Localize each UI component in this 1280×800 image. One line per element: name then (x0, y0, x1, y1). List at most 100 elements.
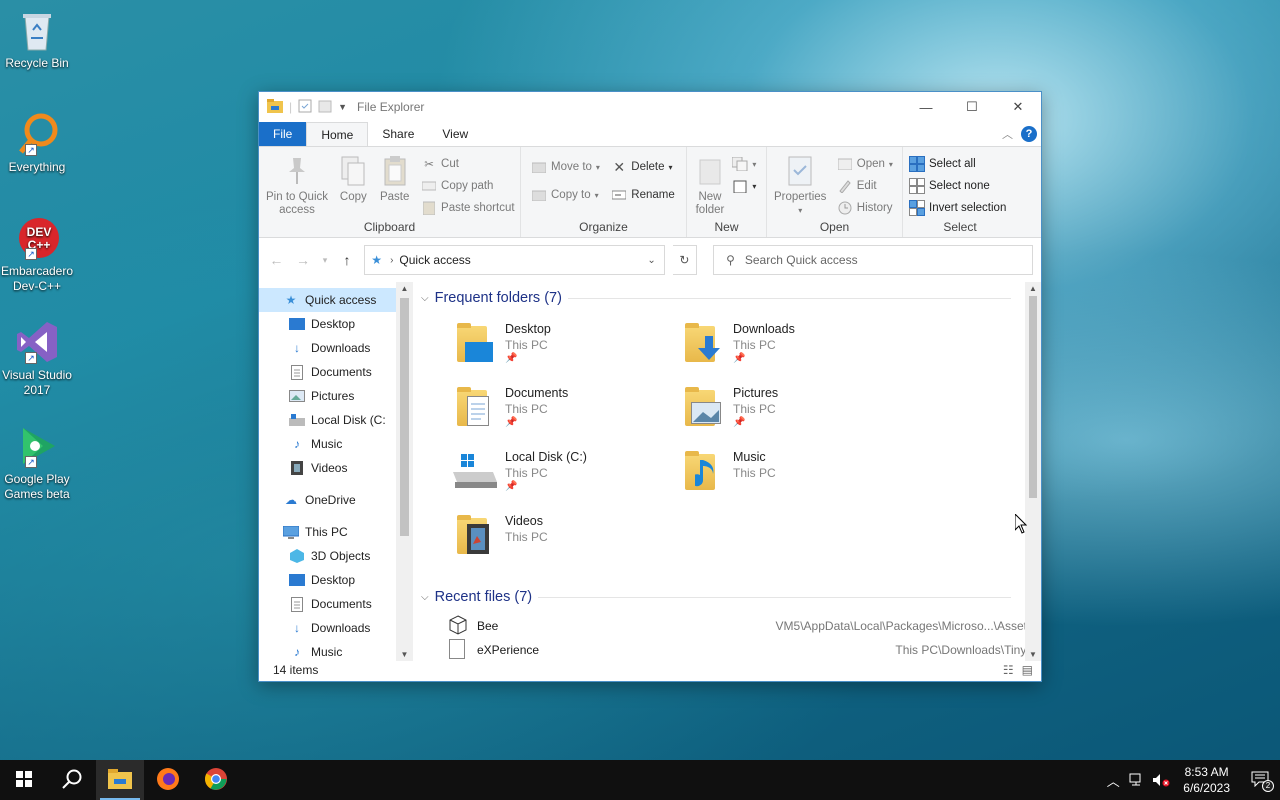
show-hidden-icons-button[interactable]: ︿ (1101, 771, 1125, 790)
recent-file-row[interactable]: eXPerience This PC\Downloads\Tiny7 (449, 638, 1033, 661)
tile-name: Music (733, 450, 766, 464)
minimize-button[interactable]: — (903, 92, 949, 122)
title-bar[interactable]: | ▼ File Explorer — ☐ ✕ (259, 92, 1041, 122)
copy-path-button[interactable]: Copy path (421, 175, 515, 197)
scroll-up-icon[interactable]: ▲ (396, 284, 413, 293)
paste-shortcut-button[interactable]: Paste shortcut (421, 197, 515, 219)
edit-button[interactable]: Edit (837, 175, 893, 197)
recent-file-row[interactable]: Bee VM5\AppData\Local\Packages\Microso..… (449, 614, 1033, 638)
refresh-button[interactable]: ↻ (672, 245, 698, 275)
folder-tile-music[interactable]: Music This PC (681, 448, 901, 508)
clock[interactable]: 8:53 AM 6/6/2023 (1173, 764, 1240, 796)
start-button[interactable] (0, 760, 48, 800)
network-icon[interactable] (1125, 773, 1149, 787)
nav-item-3d-objects[interactable]: 3D Objects (259, 544, 413, 568)
new-folder-button[interactable]: New folder (691, 151, 729, 219)
desktop-icon-google-play-games[interactable]: ↗ Google Play Games beta (0, 424, 74, 502)
scroll-down-icon[interactable]: ▼ (396, 650, 413, 659)
nav-item-pc-downloads[interactable]: ↓ Downloads (259, 616, 413, 640)
properties-quick-icon[interactable] (298, 99, 312, 116)
folder-tile-desktop[interactable]: Desktop This PC 📌 (453, 320, 673, 380)
rename-button[interactable]: Rename (611, 181, 675, 209)
details-view-icon[interactable]: ☷ (1003, 663, 1014, 677)
action-center-button[interactable]: 2 (1240, 771, 1280, 792)
delete-button[interactable]: ✕ Delete ▾ (611, 153, 674, 181)
nav-this-pc[interactable]: This PC (259, 520, 413, 544)
nav-item-local-disk[interactable]: Local Disk (C:📌 (259, 408, 413, 432)
copy-button[interactable]: Copy (334, 151, 372, 206)
scroll-up-icon[interactable]: ▲ (1025, 284, 1041, 293)
taskbar-search-button[interactable] (48, 760, 96, 800)
pictures-icon (289, 388, 305, 404)
frequent-folders-header[interactable]: ⌵ Frequent folders (7) (421, 290, 1011, 306)
customize-toolbar-icon[interactable]: ▼ (338, 102, 347, 112)
nav-item-pc-music[interactable]: ♪ Music (259, 640, 413, 661)
forward-button[interactable]: → (294, 252, 313, 268)
easy-access-button[interactable]: ▾ (732, 175, 756, 197)
tab-home[interactable]: Home (306, 122, 369, 146)
back-button[interactable]: ← (267, 252, 286, 268)
folder-tile-pictures[interactable]: Pictures This PC 📌 (681, 384, 901, 444)
collapse-ribbon-icon[interactable]: ︿ (1002, 126, 1013, 142)
copy-path-icon (421, 178, 437, 194)
collapse-chevron-icon: ⌵ (421, 292, 429, 304)
taskbar-firefox[interactable] (144, 760, 192, 800)
content-scrollbar[interactable]: ▲ ▼ (1025, 282, 1041, 661)
nav-item-documents[interactable]: Documents📌 (259, 360, 413, 384)
cut-button[interactable]: ✂ Cut (421, 153, 515, 175)
folder-tile-videos[interactable]: Videos This PC (453, 512, 673, 572)
nav-item-pc-desktop[interactable]: Desktop (259, 568, 413, 592)
pin-to-quick-access-button[interactable]: Pin to Quick access (263, 151, 331, 219)
search-box[interactable]: ⚲ Search Quick access (713, 245, 1033, 275)
history-button[interactable]: History (837, 197, 893, 219)
new-folder-quick-icon[interactable] (318, 99, 332, 116)
address-dropdown-icon[interactable]: ⌄ (647, 255, 655, 266)
nav-scrollbar-thumb[interactable] (400, 298, 409, 536)
copy-to-button[interactable]: Copy to ▾ (531, 181, 600, 209)
large-icons-view-icon[interactable]: ▤ (1022, 663, 1033, 677)
nav-scrollbar[interactable]: ▲ ▼ (396, 282, 413, 661)
folder-tile-local-disk[interactable]: Local Disk (C:) This PC 📌 (453, 448, 673, 508)
volume-muted-icon[interactable] (1149, 773, 1173, 787)
desktop-icon-devcpp[interactable]: DEV C++ ↗ Embarcadero Dev-C++ (0, 216, 74, 294)
recent-locations-button[interactable]: ▾ (320, 255, 329, 266)
tab-file[interactable]: File (259, 122, 307, 146)
select-none-button[interactable]: Select none (909, 175, 1006, 197)
nav-item-music[interactable]: ♪ Music (259, 432, 413, 456)
address-bar[interactable]: ★ › Quick access ⌄ (364, 245, 665, 275)
open-button[interactable]: Open ▾ (837, 153, 893, 175)
nav-quick-access[interactable]: ★ Quick access (259, 288, 413, 312)
paste-button[interactable]: Paste (376, 151, 414, 206)
content-scrollbar-thumb[interactable] (1029, 296, 1037, 498)
move-to-button[interactable]: Move to ▾ (531, 153, 600, 181)
select-group-label: Select (943, 220, 977, 234)
nav-item-pc-documents[interactable]: Documents (259, 592, 413, 616)
taskbar-file-explorer[interactable] (96, 760, 144, 800)
file-explorer-window: | ▼ File Explorer — ☐ ✕ File Home Share … (258, 91, 1042, 682)
nav-item-desktop[interactable]: Desktop📌 (259, 312, 413, 336)
nav-onedrive[interactable]: ☁ OneDrive (259, 488, 413, 512)
folder-tile-documents[interactable]: Documents This PC 📌 (453, 384, 673, 444)
folder-tile-downloads[interactable]: Downloads This PC 📌 (681, 320, 901, 380)
desktop-icon-recycle-bin[interactable]: Recycle Bin (0, 8, 74, 71)
nav-item-downloads[interactable]: ↓Downloads📌 (259, 336, 413, 360)
help-icon[interactable]: ? (1021, 126, 1037, 142)
scroll-down-icon[interactable]: ▼ (1025, 650, 1041, 659)
taskbar-chrome[interactable] (192, 760, 240, 800)
close-button[interactable]: ✕ (995, 92, 1041, 122)
new-item-button[interactable]: ▾ (732, 153, 756, 175)
desktop-icon-everything[interactable]: ↗ Everything (0, 112, 74, 175)
desktop-icon-visual-studio[interactable]: ↗ Visual Studio 2017 (0, 320, 74, 398)
up-button[interactable]: ↑ (338, 252, 357, 268)
recent-files-header[interactable]: ⌵ Recent files (7) (421, 589, 1011, 605)
tab-view[interactable]: View (428, 122, 482, 146)
nav-item-pictures[interactable]: Pictures📌 (259, 384, 413, 408)
properties-button[interactable]: Properties ▾ (771, 151, 829, 219)
tab-share[interactable]: Share (368, 122, 428, 146)
select-all-button[interactable]: Select all (909, 153, 1006, 175)
invert-selection-button[interactable]: Invert selection (909, 197, 1006, 219)
nav-label: Local Disk (C: (311, 413, 386, 427)
select-group: Select all Select none Invert selection … (903, 147, 1017, 237)
maximize-button[interactable]: ☐ (949, 92, 995, 122)
nav-item-videos[interactable]: Videos (259, 456, 413, 480)
